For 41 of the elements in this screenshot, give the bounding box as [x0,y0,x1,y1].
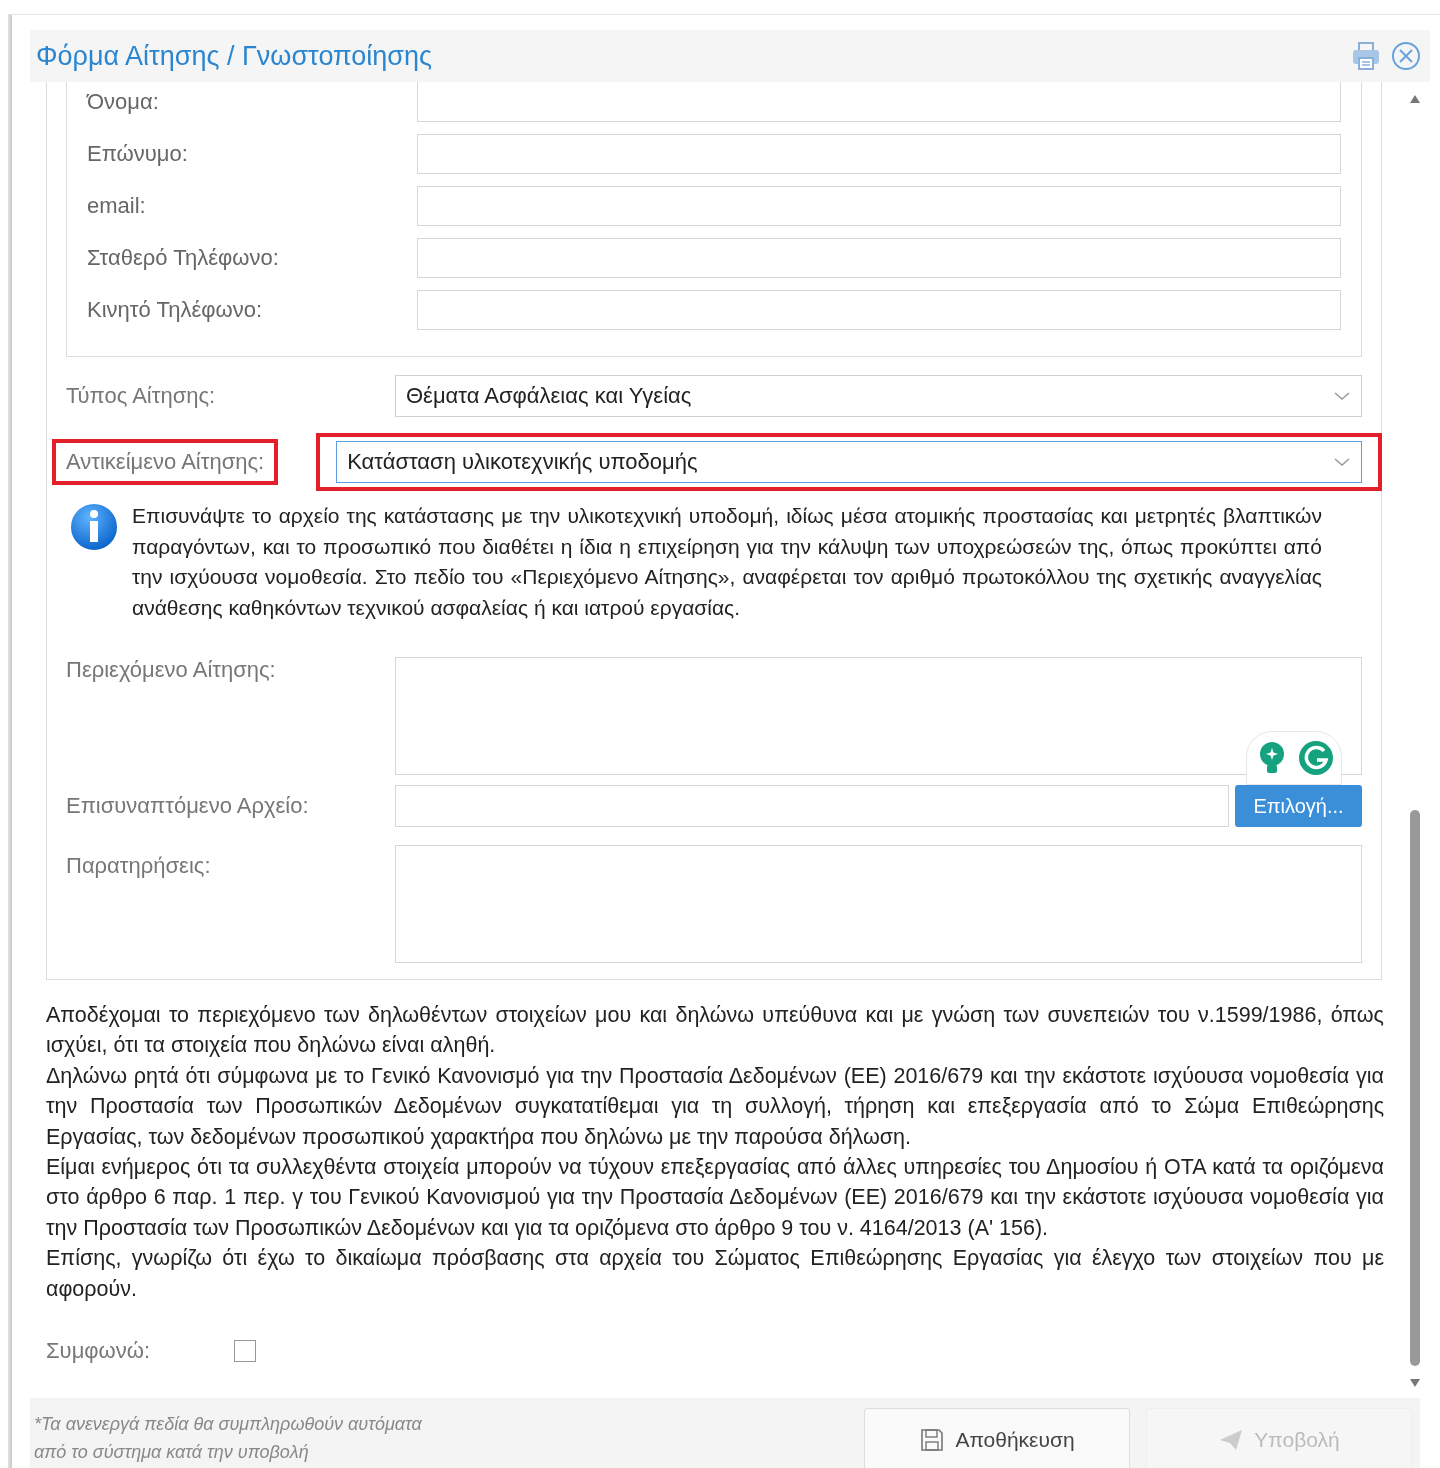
chevron-icon [1333,456,1351,468]
field-label: Επισυναπτόμενο Αρχείο: [66,793,310,819]
input-field[interactable] [417,290,1341,330]
save-button[interactable]: Αποθήκευση [864,1408,1130,1468]
input-field[interactable] [417,238,1341,278]
assistant-widget[interactable] [1246,731,1342,785]
dropdown[interactable]: Κατάσταση υλικοτεχνικής υποδομής [336,441,1362,483]
scroll-down-icon[interactable] [1409,1378,1421,1388]
field-label: Συμφωνώ: [46,1338,152,1365]
field-label: Κινητό Τηλέφωνο: [87,297,264,323]
declaration-text: Είμαι ενήμερος ότι τα συλλεχθέντα στοιχεία μπορούν να τύχουν επεξεργασίας από άλλες υπηρεσίες του Δημοσίου ή ΟΤΑ κατά τα οριζόμενα στο άρθρο 6 παρ. 1 περ. γ του Γενικού Κανονισμού για την Προστασία Δεδομένων (ΕΕ) 2016/679 και την εκάστοτε ισχύουσα νομοθεσία για την Προστασία των Προσωπικών Δεδομένων και για τα οριζόμενα στο άρθρο 9 του ν. 4164/2013 (Α' 156). [46,1154,1384,1242]
text-area[interactable] [395,845,1362,963]
footnote-text: *Τα ανενεργά πεδία θα συμπληρωθούν αυτόματα [34,1413,423,1436]
input-field[interactable] [395,785,1229,827]
field-label: Επώνυμο: [87,141,189,167]
info-text: Επισυνάψτε το αρχείο της κατάστασης με την υλικοτεχνική υποδομή, ιδίως μέσα ατομικής προστασίας και μετρητές βλαπτικών παραγόντων, και το προσωπικό που διαθέτει η ίδια η επιχείρηση για την κάλυψη των υποχρεώσεών της, όπως προκύπτει από την ισχύουσα νομοθεσία. Στο πεδίο του «Περιεχόμενο Αίτησης», αναφέρεται τον αριθμό πρωτοκόλλου της σχετικής αναγγελίας ανάθεσης καθηκόντων τεχνικού ασφαλείας ή και ιατρού εργασίας. [132,503,1322,621]
declaration-text: Επίσης, γνωρίζω ότι έχω το δικαίωμα πρόσβασης στα αρχεία του Σώματος Επιθεώρησης Εργασίας για έλεγχο των στοιχείων που με αφορούν. [46,1245,1384,1303]
printer-icon[interactable] [1350,40,1382,72]
input-field[interactable] [417,82,1341,122]
input-field[interactable] [417,134,1341,174]
field-label: Περιεχόμενο Αίτησης: [66,657,277,683]
letter-g-icon[interactable] [1298,739,1334,777]
input-field[interactable] [417,186,1341,226]
declaration-text: Αποδέχομαι το περιεχόμενο των δηλωθέντων στοιχείων μου και δηλώνω υπεύθυνα και με γνώση των συνεπειών του ν.1599/1986, όπως ισχύει, ότι τα στοιχεία που δηλώνω είναι αληθή. [46,1002,1384,1060]
scroll-up-icon[interactable] [1409,94,1421,104]
field-label: Αντικείμενο Αίτησης: [66,449,265,474]
field-label: Όνομα: [87,89,160,115]
chevron-icon [1333,390,1351,402]
field-label: Τύπος Αίτησης: [66,383,217,409]
text-area[interactable] [395,657,1362,775]
checkbox[interactable] [234,1340,256,1363]
field-label: email: [87,193,147,219]
field-label: Σταθερό Τηλέφωνο: [87,245,280,271]
dropdown[interactable]: Θέματα Ασφάλειας και Υγείας [395,375,1362,417]
window-title: Φόρμα Αίτησης / Γνωστοποίησης [36,40,433,72]
field-label: Παρατηρήσεις: [66,852,212,879]
declaration-text: Δηλώνω ρητά ότι σύμφωνα με το Γενικό Κανονισμό για την Προστασία Δεδομένων (ΕΕ) 2016/679 και την εκάστοτε ισχύουσα νομοθεσία για την Προστασία των Προσωπικών Δεδομένων συγκατατίθεμαι για τη συλλογή, τήρηση και επεξεργασία από το Σώμα Επιθεώρησης Εργασίας, των δεδομένων προσωπικού χαρακτήρα που δηλώνω με την παρούσα δήλωση. [46,1062,1384,1151]
close-icon[interactable] [1390,40,1422,72]
footnote-text: από το σύστημα κατά την υποβολή [34,1441,310,1464]
scrollbar-thumb[interactable] [1410,810,1420,1366]
info-icon [68,501,120,553]
